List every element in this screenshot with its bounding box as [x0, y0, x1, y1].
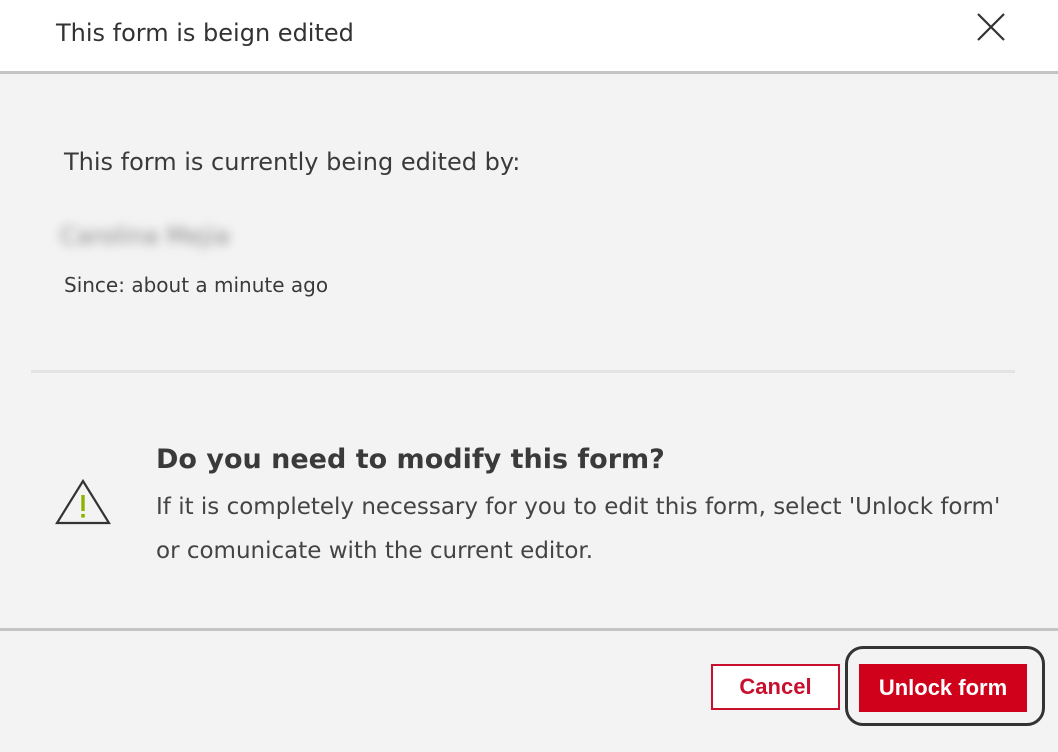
warning-message-line: or comunicate with the current editor. [156, 538, 594, 564]
unlock-form-button[interactable]: Unlock form [859, 664, 1027, 712]
cancel-button[interactable]: Cancel [711, 664, 840, 710]
form-lock-dialog: This form is beign edited This form is c… [0, 0, 1058, 752]
warning-message: If it is completely necessary for you to… [156, 485, 1056, 573]
section-divider [31, 370, 1015, 373]
edited-by-label: This form is currently being edited by: [64, 148, 521, 176]
close-icon [977, 13, 1005, 41]
footer-divider [0, 628, 1058, 631]
header-divider [0, 71, 1058, 74]
lock-since-text: Since: about a minute ago [64, 273, 329, 297]
warning-triangle-icon [54, 478, 112, 526]
editor-name: Carolina Mejia [60, 222, 230, 250]
close-button[interactable] [972, 8, 1010, 46]
warning-message-line: If it is completely necessary for you to… [156, 494, 1001, 520]
dialog-header: This form is beign edited [0, 0, 1058, 72]
dialog-title: This form is beign edited [56, 19, 354, 47]
warning-heading: Do you need to modify this form? [156, 444, 665, 475]
